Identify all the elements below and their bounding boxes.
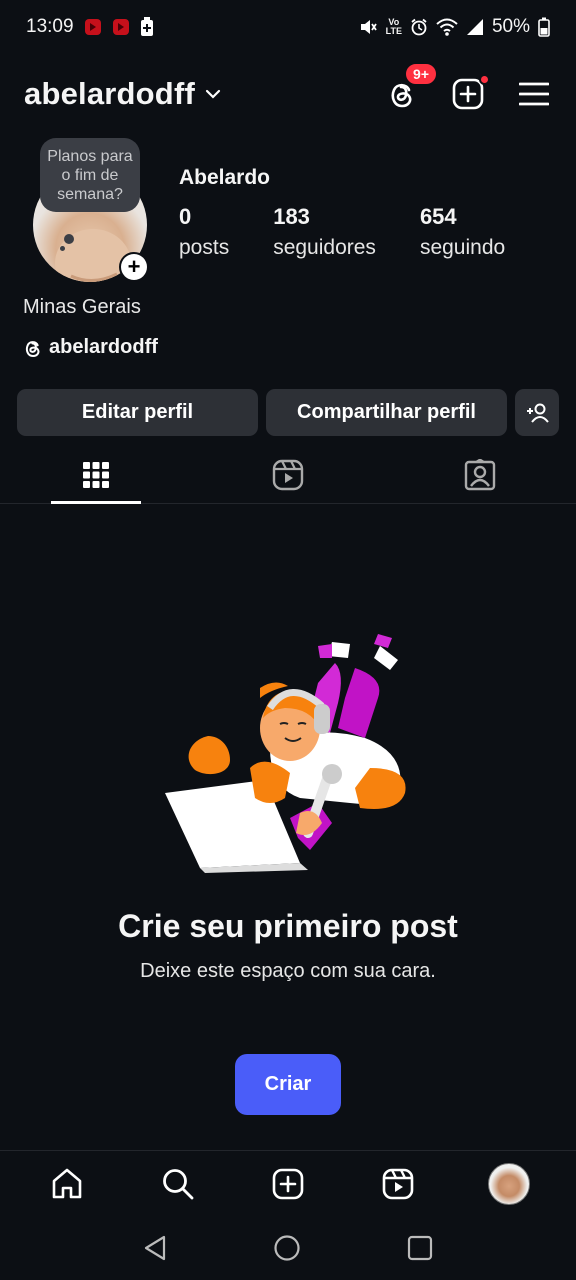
- nav-home[interactable]: [37, 1154, 97, 1214]
- notification-app-icon: [84, 19, 101, 35]
- profile-stats: 0 posts 183 seguidores 654 seguindo: [179, 204, 505, 260]
- empty-state-title: Crie seu primeiro post: [118, 908, 458, 944]
- profile-tabs: [0, 446, 576, 504]
- stat-value: 0: [179, 204, 192, 229]
- hamburger-menu-icon: [519, 82, 549, 106]
- header-username: abelardodff: [24, 76, 195, 111]
- profile-info: + Planos para o fim de semana? Abelardo …: [0, 138, 576, 298]
- bottom-navigation: [0, 1150, 576, 1216]
- threads-button[interactable]: 9+: [384, 62, 438, 112]
- note-bubble-tail: [60, 246, 65, 251]
- tab-posts-grid[interactable]: [0, 446, 192, 503]
- home-circle-icon[interactable]: [273, 1234, 301, 1262]
- search-icon: [162, 1168, 193, 1199]
- note-bubble-tail: [64, 234, 74, 244]
- nav-create[interactable]: [258, 1154, 318, 1214]
- profile-location: Minas Gerais: [23, 296, 141, 318]
- threads-icon: [25, 340, 40, 357]
- home-icon: [52, 1168, 82, 1198]
- profile-header: abelardodff 9+: [0, 62, 576, 124]
- display-name: Abelardo: [179, 166, 271, 189]
- stat-value: 183: [273, 204, 310, 229]
- profile-actions: Editar perfil Compartilhar perfil: [17, 389, 559, 436]
- battery-saver-icon: [140, 17, 153, 36]
- stat-label: seguindo: [419, 236, 506, 259]
- empty-state-subtitle: Deixe este espaço com sua cara.: [140, 960, 436, 982]
- active-tab-indicator: [51, 501, 141, 504]
- stat-posts[interactable]: 0 posts: [179, 204, 229, 260]
- system-navigation: [0, 1216, 576, 1280]
- note-bubble[interactable]: Planos para o fim de semana?: [40, 138, 140, 212]
- empty-state-illustration: [165, 634, 406, 873]
- profile-avatar-small: [487, 1162, 530, 1205]
- create-post-button[interactable]: [450, 74, 490, 112]
- reels-icon: [272, 459, 304, 490]
- stat-value: 654: [419, 204, 457, 229]
- menu-button[interactable]: [516, 76, 552, 112]
- volte-icon: Vo LTE: [385, 17, 402, 36]
- notification-dot: [479, 74, 490, 85]
- tab-reels[interactable]: [192, 446, 384, 503]
- grid-icon: [83, 461, 109, 488]
- plus-icon: +: [121, 254, 147, 280]
- add-person-icon: [527, 403, 549, 423]
- wifi-icon: [436, 18, 458, 36]
- battery-icon: [538, 17, 550, 37]
- tab-tagged[interactable]: [384, 446, 576, 503]
- create-icon: [272, 1168, 304, 1199]
- nav-profile[interactable]: [479, 1154, 539, 1214]
- stat-followers[interactable]: 183 seguidores: [273, 204, 376, 260]
- share-profile-button[interactable]: Compartilhar perfil: [266, 389, 507, 436]
- create-post-cta-button[interactable]: Criar: [235, 1054, 341, 1115]
- reels-icon: [383, 1168, 414, 1199]
- discover-people-button[interactable]: [515, 389, 559, 436]
- battery-percent: 50%: [491, 16, 530, 37]
- stat-label: seguidores: [273, 236, 376, 259]
- account-switcher[interactable]: abelardodff: [24, 76, 221, 112]
- signal-icon: [466, 19, 483, 35]
- threads-badge: 9+: [404, 62, 438, 86]
- alarm-icon: [411, 18, 427, 36]
- tagged-icon: [464, 458, 496, 490]
- status-time: 13:09: [26, 16, 74, 37]
- stat-following[interactable]: 654 seguindo: [420, 204, 505, 260]
- chevron-down-icon: [205, 89, 221, 99]
- add-story-button[interactable]: +: [119, 252, 149, 282]
- recents-icon[interactable]: [406, 1234, 434, 1262]
- status-bar: 13:09 Vo LTE 50%: [0, 0, 576, 54]
- stat-label: posts: [179, 236, 230, 259]
- edit-profile-button[interactable]: Editar perfil: [17, 389, 258, 436]
- threads-profile-link[interactable]: abelardodff: [23, 336, 158, 359]
- threads-handle: abelardodff: [49, 336, 158, 358]
- nav-reels[interactable]: [368, 1154, 428, 1214]
- back-icon[interactable]: [142, 1234, 168, 1262]
- mute-icon: [360, 20, 377, 34]
- nav-search[interactable]: [148, 1154, 208, 1214]
- notification-app-icon: [112, 19, 129, 35]
